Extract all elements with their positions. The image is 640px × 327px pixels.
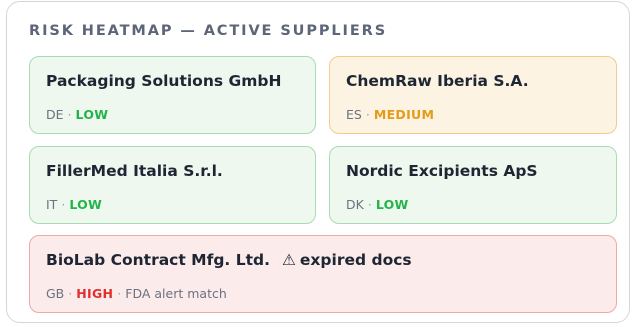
supplier-name: Nordic Excipients ApS bbox=[346, 162, 538, 180]
risk-level-badge: LOW bbox=[375, 197, 409, 212]
supplier-card-packaging-solutions[interactable]: Packaging Solutions GmbH DE · LOW bbox=[29, 56, 316, 134]
separator: · bbox=[117, 286, 122, 301]
supplier-name: BioLab Contract Mfg. Ltd. bbox=[46, 251, 270, 269]
supplier-card-nordic-excipients[interactable]: Nordic Excipients ApS DK · LOW bbox=[329, 146, 617, 224]
risk-heatmap-panel: RISK HEATMAP — ACTIVE SUPPLIERS Packagin… bbox=[6, 1, 630, 323]
risk-level-badge: HIGH bbox=[76, 286, 114, 301]
supplier-name: Packaging Solutions GmbH bbox=[46, 72, 282, 90]
supplier-country: ES bbox=[346, 107, 362, 122]
supplier-card-fillermed-italia[interactable]: FillerMed Italia S.r.l. IT · LOW bbox=[29, 146, 316, 224]
supplier-meta: DE · LOW bbox=[46, 107, 108, 122]
supplier-country: IT bbox=[46, 197, 58, 212]
supplier-country: DE bbox=[46, 107, 64, 122]
supplier-country: GB bbox=[46, 286, 65, 301]
supplier-flag: expired docs bbox=[299, 251, 412, 269]
supplier-meta: IT · LOW bbox=[46, 197, 102, 212]
risk-level-badge: LOW bbox=[69, 197, 103, 212]
supplier-card-chemraw-iberia[interactable]: ChemRaw Iberia S.A. ES · MEDIUM bbox=[329, 56, 617, 134]
separator: · bbox=[67, 107, 72, 122]
warning-icon: ⚠ bbox=[282, 251, 296, 269]
risk-level-badge: MEDIUM bbox=[373, 107, 435, 122]
risk-level-badge: LOW bbox=[75, 107, 109, 122]
supplier-name: FillerMed Italia S.r.l. bbox=[46, 162, 223, 180]
panel-title: RISK HEATMAP — ACTIVE SUPPLIERS bbox=[29, 23, 388, 39]
separator: · bbox=[365, 107, 370, 122]
supplier-name: ChemRaw Iberia S.A. bbox=[346, 72, 529, 90]
supplier-meta: GB · HIGH · FDA alert match bbox=[46, 286, 227, 301]
supplier-meta: ES · MEDIUM bbox=[346, 107, 434, 122]
supplier-name-row: BioLab Contract Mfg. Ltd. ⚠ expired docs bbox=[46, 251, 412, 269]
supplier-card-biolab-contract[interactable]: BioLab Contract Mfg. Ltd. ⚠ expired docs G… bbox=[29, 235, 617, 313]
supplier-country: DK bbox=[346, 197, 364, 212]
separator: · bbox=[367, 197, 372, 212]
supplier-meta: DK · LOW bbox=[346, 197, 409, 212]
separator: · bbox=[68, 286, 73, 301]
supplier-note: FDA alert match bbox=[125, 286, 227, 301]
separator: · bbox=[61, 197, 66, 212]
